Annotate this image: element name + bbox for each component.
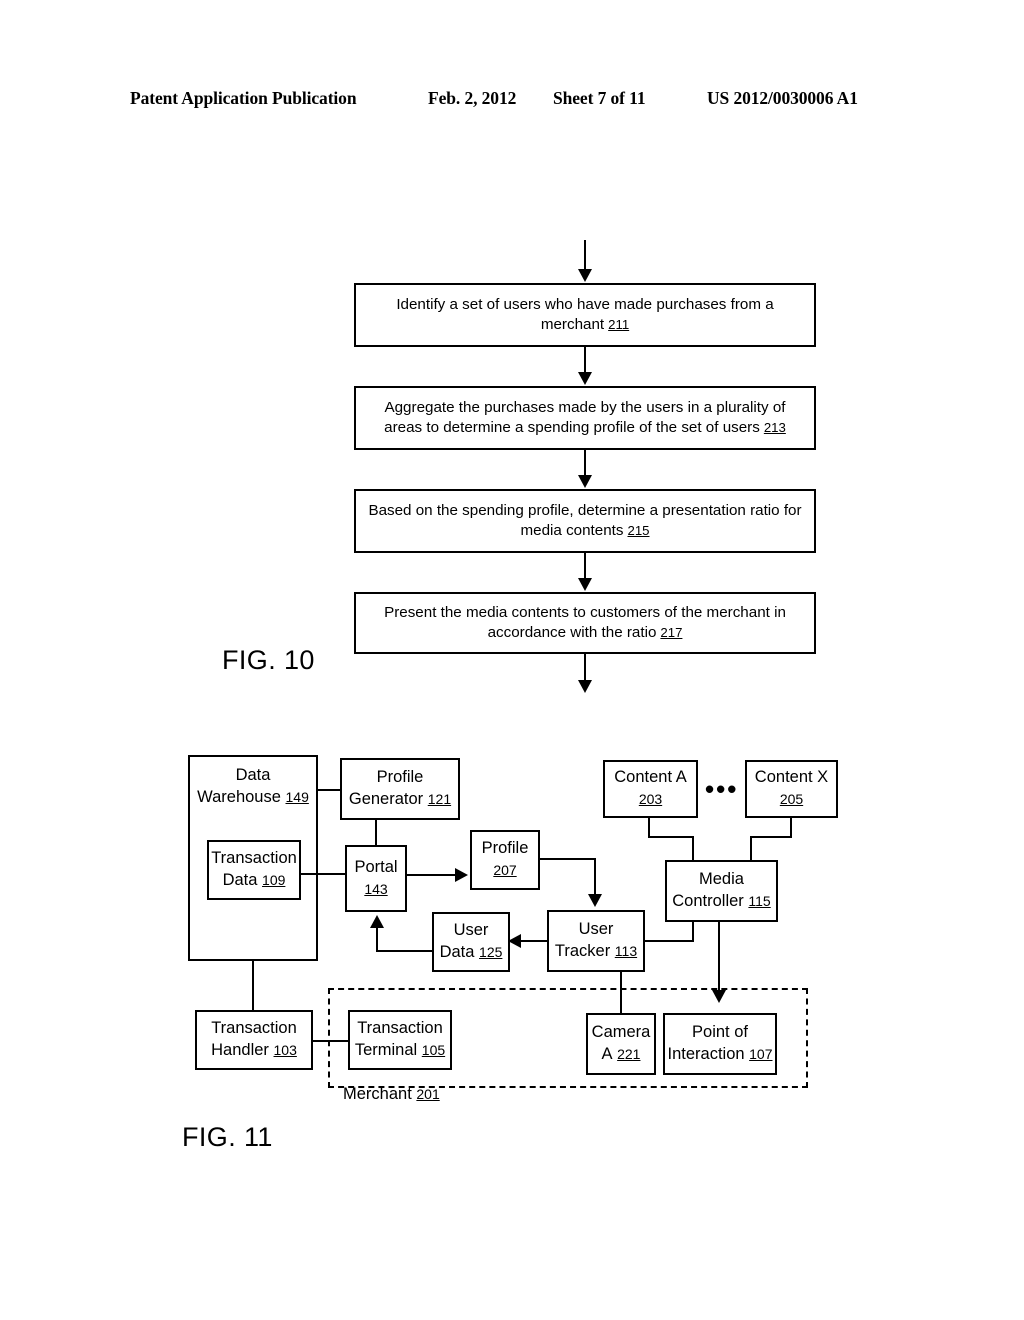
flow-exit-line: [584, 654, 587, 682]
conn-contenta-mc-h: [648, 836, 694, 839]
block-data-warehouse-ref: 149: [285, 788, 309, 805]
conn-userdata-portal-v: [376, 928, 379, 952]
block-media-controller: Media Controller 115: [665, 860, 778, 922]
block-transaction-terminal: Transaction Terminal 105: [348, 1010, 452, 1070]
conn-profile-usertracker-h: [538, 858, 596, 861]
flow-arrow-213-215-line: [584, 450, 587, 477]
block-user-tracker: User Tracker 113: [547, 910, 645, 972]
header-document-number: US 2012/0030006 A1: [707, 88, 858, 108]
block-user-data: User Data 125: [432, 912, 510, 972]
merchant-group-ref: 201: [416, 1086, 440, 1102]
block-user-data-ref: 125: [479, 944, 503, 960]
conn-handler-terminal: [311, 1040, 350, 1043]
block-user-tracker-text: User Tracker 113: [554, 920, 638, 960]
block-transaction-terminal-text: Transaction Terminal 105: [354, 1019, 446, 1059]
block-content-x-ref: 205: [779, 791, 804, 807]
block-portal: Portal 143: [345, 845, 407, 912]
conn-contenta-mc-v2: [692, 836, 695, 862]
conn-mc-poi-arrow: [712, 990, 726, 1003]
block-user-tracker-ref: 113: [614, 943, 638, 959]
block-content-a-ref: 203: [638, 791, 663, 807]
page-header: Patent Application Publication Feb. 2, 2…: [0, 88, 1024, 114]
block-content-a-text: Content A 203: [614, 768, 687, 807]
block-portal-ref: 143: [364, 880, 388, 897]
block-point-of-interaction-ref: 107: [749, 1046, 773, 1062]
conn-usertracker-camera: [620, 970, 623, 1015]
block-point-of-interaction: Point of Interaction 107: [663, 1013, 777, 1075]
conn-usertracker-userdata-line: [519, 940, 549, 943]
conn-portal-profile-line: [405, 874, 457, 877]
flow-exit-arrow: [578, 680, 592, 693]
block-transaction-handler-text: Transaction Handler 103: [211, 1019, 297, 1059]
flow-step-217: Present the media contents to customers …: [354, 592, 816, 654]
flow-step-215-text: Based on the spending profile, determine…: [368, 501, 802, 539]
flow-step-217-text: Present the media contents to customers …: [384, 603, 786, 641]
conn-warehouse-profilegen: [316, 789, 342, 792]
figure-10-label: FIG. 10: [222, 645, 315, 675]
block-profile: Profile 207: [470, 830, 540, 890]
block-content-a: Content A 203: [603, 760, 698, 818]
conn-mc-usertracker-v: [692, 920, 695, 942]
flow-entry-arrow: [578, 269, 592, 282]
block-transaction-data: Transaction Data 109: [207, 840, 301, 900]
conn-profilegen-portal: [375, 818, 378, 847]
block-transaction-handler: Transaction Handler 103: [195, 1010, 313, 1070]
conn-userdata-portal-arrow: [370, 915, 384, 928]
flow-step-217-ref: 217: [660, 625, 683, 640]
block-portal-text: Portal 143: [354, 857, 398, 897]
header-publication-title: Patent Application Publication: [130, 88, 357, 108]
block-profile-text: Profile 207: [481, 839, 529, 878]
block-camera-a-ref: 221: [617, 1046, 641, 1062]
conn-contentx-mc-v1: [790, 818, 793, 838]
figure-11-label: FIG. 11: [182, 1122, 273, 1152]
flow-step-213-text: Aggregate the purchases made by the user…: [384, 398, 786, 436]
block-media-controller-ref: 115: [748, 893, 771, 909]
conn-profile-usertracker-arrow: [588, 894, 602, 907]
block-content-x: Content X 205: [745, 760, 838, 818]
conn-warehouse-handler: [252, 959, 255, 1012]
block-profile-ref: 207: [493, 862, 517, 878]
conn-profile-usertracker-v: [594, 858, 597, 896]
block-media-controller-text: Media Controller 115: [672, 870, 771, 910]
header-publication-date: Feb. 2, 2012: [428, 88, 517, 108]
conn-transactiondata-portal: [299, 873, 347, 876]
flow-step-213: Aggregate the purchases made by the user…: [354, 386, 816, 450]
conn-usertracker-userdata-arrow: [508, 934, 521, 948]
flow-arrow-211-213-line: [584, 347, 587, 374]
block-profile-generator: Profile Generator 121: [340, 758, 460, 820]
flow-step-211-ref: 211: [608, 317, 630, 332]
flow-step-211: Identify a set of users who have made pu…: [354, 283, 816, 347]
flow-step-215-ref: 215: [627, 523, 650, 538]
conn-userdata-portal-h: [376, 950, 434, 953]
block-data-warehouse-text: Data Warehouse 149: [197, 766, 309, 806]
block-point-of-interaction-text: Point of Interaction 107: [667, 1023, 773, 1063]
content-ellipsis: •••: [705, 774, 739, 804]
block-transaction-terminal-ref: 105: [421, 1042, 446, 1058]
merchant-group-label: Merchant 201: [343, 1085, 440, 1103]
flow-step-213-ref: 213: [763, 420, 786, 435]
flow-step-211-text: Identify a set of users who have made pu…: [396, 295, 774, 333]
block-content-x-text: Content X 205: [754, 768, 829, 807]
flow-arrow-211-213-head: [578, 372, 592, 385]
block-transaction-data-ref: 109: [262, 872, 286, 888]
block-camera-a-text: Camera A 221: [591, 1023, 651, 1063]
flow-arrow-215-217-line: [584, 553, 587, 580]
block-camera-a: Camera A 221: [586, 1013, 656, 1075]
flow-arrow-215-217-head: [578, 578, 592, 591]
block-user-data-text: User Data 125: [439, 921, 503, 961]
block-profile-generator-ref: 121: [427, 791, 452, 807]
conn-mc-usertracker-h: [643, 940, 694, 943]
block-transaction-data-text: Transaction Data 109: [211, 849, 297, 889]
flow-step-215: Based on the spending profile, determine…: [354, 489, 816, 553]
conn-contentx-mc-v2: [750, 836, 753, 862]
flow-arrow-213-215-head: [578, 475, 592, 488]
block-profile-generator-text: Profile Generator 121: [348, 768, 452, 808]
header-sheet-number: Sheet 7 of 11: [553, 88, 646, 108]
conn-contenta-mc-v1: [648, 818, 651, 838]
flow-entry-line: [584, 240, 587, 272]
conn-mc-poi-line: [718, 920, 721, 992]
conn-contentx-mc-h: [750, 836, 792, 839]
conn-portal-profile-arrow: [455, 868, 468, 882]
block-transaction-handler-ref: 103: [273, 1042, 297, 1058]
